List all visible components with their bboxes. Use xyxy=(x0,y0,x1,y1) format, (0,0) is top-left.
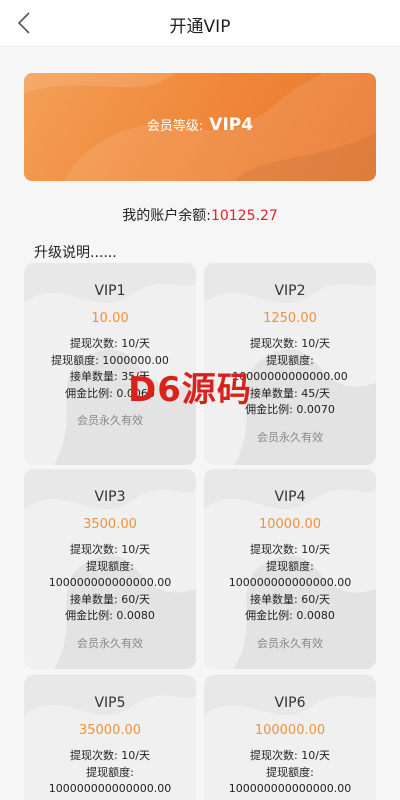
balance-amount: 10125.27 xyxy=(210,208,278,224)
vip-name: VIP3 xyxy=(94,489,126,505)
page-title: 开通VIP xyxy=(169,17,231,37)
vip-card-4[interactable]: VIP4 10000.00 提现次数: 10/天 提现额度: 100000000… xyxy=(204,469,376,669)
vip-detail-line: 提现次数: 10/天 xyxy=(70,749,150,762)
vip-detail-line: 佣金比例: 0.0080 xyxy=(65,609,155,622)
vip-price: 10000.00 xyxy=(258,517,322,532)
vip-card-6[interactable]: VIP6 100000.00 提现次数: 10/天 提现额度: 10000000… xyxy=(204,675,376,800)
vip-detail-line: 100000000000000.00 xyxy=(228,782,352,795)
vip-detail-line: 提现额度: xyxy=(266,765,314,779)
vip-card-3[interactable]: VIP3 3500.00 提现次数: 10/天 提现额度: 1000000000… xyxy=(24,469,196,669)
vip-name: VIP5 xyxy=(94,695,126,711)
vip-detail-line: 提现次数: 10/天 xyxy=(70,337,150,350)
vip-price: 35000.00 xyxy=(78,723,142,738)
vip-detail-line: 提现次数: 10/天 xyxy=(250,543,330,556)
vip-detail-line: 提现额度: xyxy=(86,559,134,573)
vip-name: VIP6 xyxy=(274,695,306,711)
vip-detail-line: 提现次数: 10/天 xyxy=(250,337,330,350)
account-balance: 我的账户余额:10125.27 xyxy=(0,205,400,225)
member-level-value: VIP4 xyxy=(209,115,254,135)
vip-validity: 会员永久有效 xyxy=(257,430,323,444)
top-bar: 开通VIP xyxy=(0,0,400,47)
vip-name: VIP4 xyxy=(274,489,306,505)
vip-detail-line: 佣金比例: 0.0080 xyxy=(245,609,335,622)
vip-price: 10.00 xyxy=(91,311,129,326)
vip-detail-line: 接单数量: 60/天 xyxy=(250,592,330,606)
member-level-text: 会员等级: VIP4 xyxy=(24,115,376,135)
vip-validity: 会员永久有效 xyxy=(77,636,143,650)
vip-price: 3500.00 xyxy=(83,517,137,532)
watermark-text: D6源码 xyxy=(128,370,252,410)
vip-validity: 会员永久有效 xyxy=(77,414,143,427)
vip-name: VIP1 xyxy=(94,283,126,299)
member-level-banner: 会员等级: VIP4 xyxy=(24,73,376,181)
vip-detail-line: 提现次数: 10/天 xyxy=(70,543,150,556)
vip-price: 100000.00 xyxy=(254,723,326,738)
vip-detail-line: 提现额度: xyxy=(86,765,134,779)
vip-card-5[interactable]: VIP5 35000.00 提现次数: 10/天 提现额度: 100000000… xyxy=(24,675,196,800)
vip-price: 1250.00 xyxy=(263,311,317,326)
vip-detail-line: 提现额度: xyxy=(266,559,314,573)
vip-detail-line: 提现次数: 10/天 xyxy=(250,749,330,762)
vip-detail-line: 100000000000000.00 xyxy=(48,782,172,795)
upgrade-description-label: 升级说明...... xyxy=(34,245,117,261)
balance-label: 我的账户余额: xyxy=(122,208,211,224)
vip-detail-line: 100000000000000.00 xyxy=(48,576,172,589)
member-level-label: 会员等级: xyxy=(146,119,204,134)
vip-detail-line: 100000000000000.00 xyxy=(228,576,352,589)
vip-validity: 会员永久有效 xyxy=(257,636,323,650)
vip-detail-line: 接单数量: 60/天 xyxy=(70,592,150,606)
vip-name: VIP2 xyxy=(274,283,306,299)
